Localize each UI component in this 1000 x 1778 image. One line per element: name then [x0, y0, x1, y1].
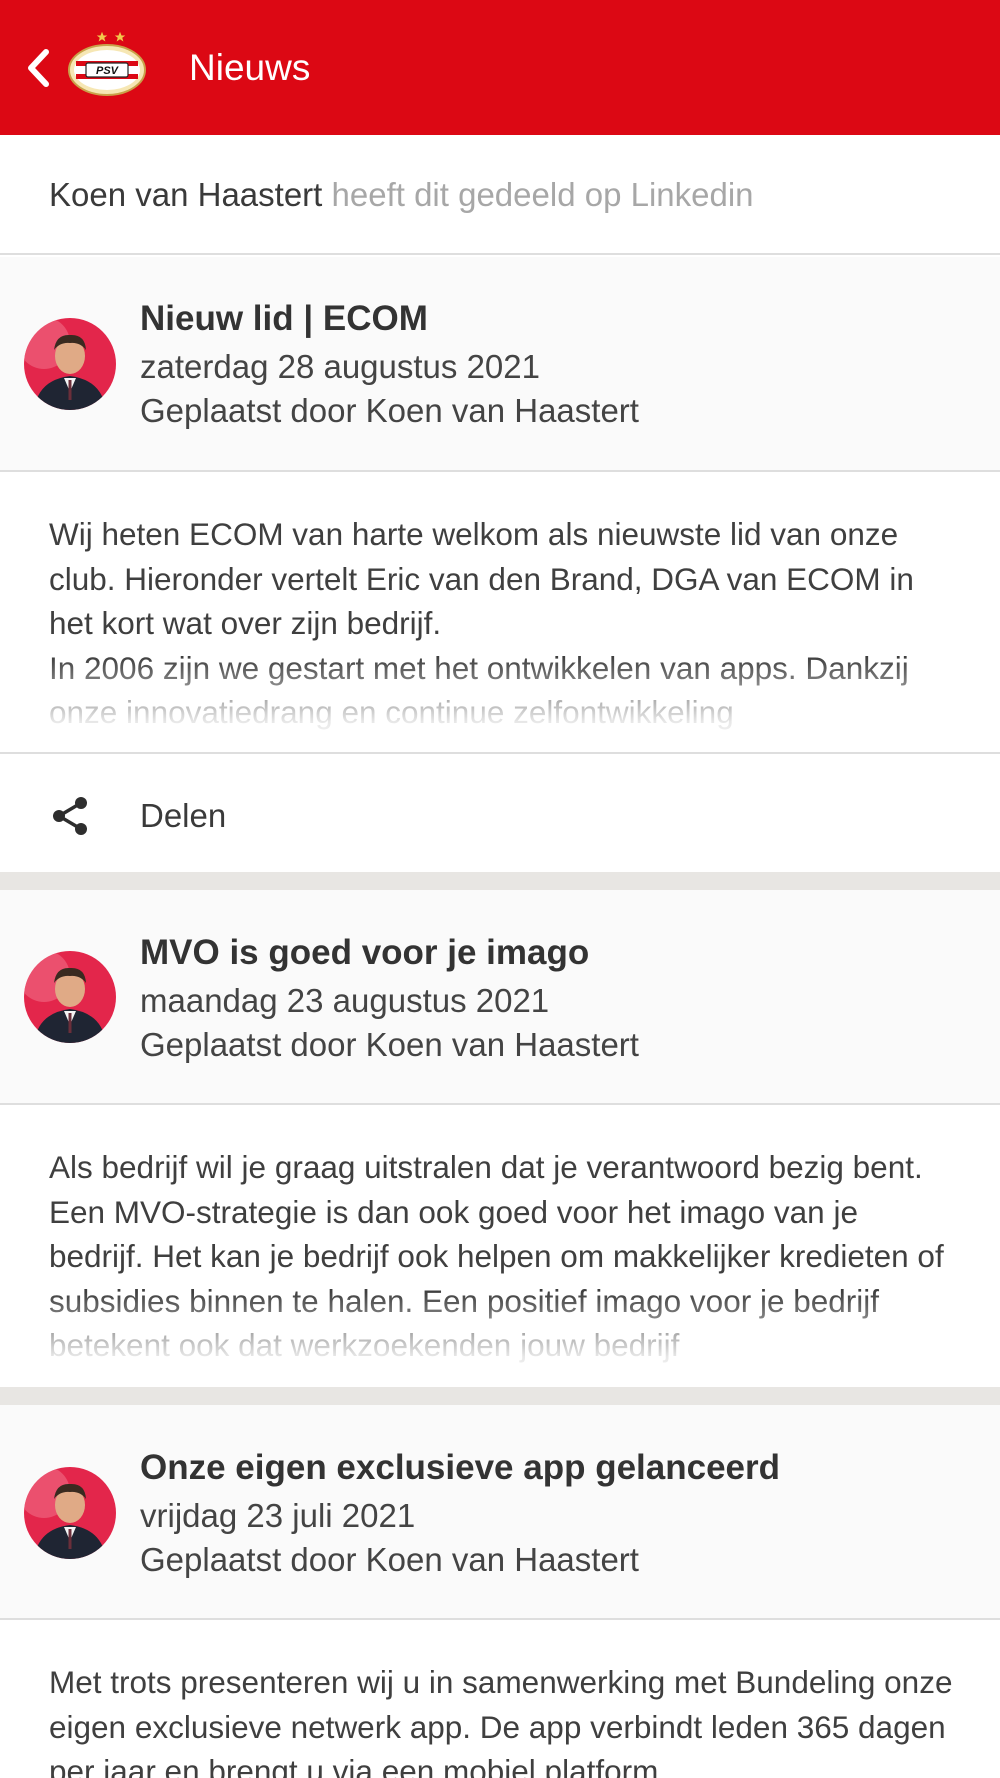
avatar[interactable] — [24, 951, 116, 1043]
post-author: Geplaatst door Koen van Haastert — [140, 392, 639, 429]
club-logo: PSV — [66, 30, 148, 98]
divider — [0, 1387, 1000, 1405]
post-title[interactable]: Nieuw lid | ECOM — [140, 298, 428, 340]
text-fade — [0, 657, 1000, 752]
post-header[interactable]: Nieuw lid | ECOM zaterdag 28 augustus 20… — [0, 257, 1000, 472]
post-title[interactable]: Onze eigen exclusieve app gelanceerd — [140, 1447, 780, 1489]
post-body[interactable]: Met trots presenteren wij u in samenwerk… — [0, 1622, 1000, 1778]
share-label: Delen — [140, 797, 227, 834]
post-title[interactable]: MVO is goed voor je imago — [140, 932, 589, 974]
avatar[interactable] — [24, 1467, 116, 1559]
shared-by-name[interactable]: Koen van Haastert — [49, 176, 322, 213]
app-bar: PSV Nieuws — [0, 0, 1000, 135]
post-header[interactable]: Onze eigen exclusieve app gelanceerd vri… — [0, 1405, 1000, 1620]
post-date: vrijdag 23 juli 2021 — [140, 1497, 416, 1534]
post-header[interactable]: MVO is goed voor je imago maandag 23 aug… — [0, 890, 1000, 1105]
page-title: Nieuws — [189, 47, 311, 88]
post-date: zaterdag 28 augustus 2021 — [140, 348, 540, 385]
shared-notice: Koen van Haastert heeft dit gedeeld op L… — [0, 135, 1000, 255]
post-excerpt-text: Met trots presenteren wij u in samenwerk… — [49, 1664, 953, 1778]
post-excerpt: Met trots presenteren wij u in samenwerk… — [49, 1660, 954, 1778]
post-date: maandag 23 augustus 2021 — [140, 982, 550, 1019]
post-body[interactable]: Als bedrijf wil je graag uitstralen dat … — [0, 1107, 1000, 1387]
logo-text: PSV — [96, 65, 120, 77]
share-button[interactable]: Delen — [0, 752, 1000, 872]
share-icon — [53, 797, 87, 835]
chevron-left-icon — [28, 49, 49, 87]
shared-by-text: heeft dit gedeeld op Linkedin — [322, 176, 754, 213]
post-body[interactable]: Wij heten ECOM van harte welkom als nieu… — [0, 474, 1000, 752]
text-fade — [0, 1292, 1000, 1387]
avatar[interactable] — [24, 318, 116, 410]
post-author: Geplaatst door Koen van Haastert — [140, 1026, 639, 1063]
back-button[interactable] — [18, 44, 58, 92]
divider — [0, 872, 1000, 890]
post-author: Geplaatst door Koen van Haastert — [140, 1541, 639, 1578]
